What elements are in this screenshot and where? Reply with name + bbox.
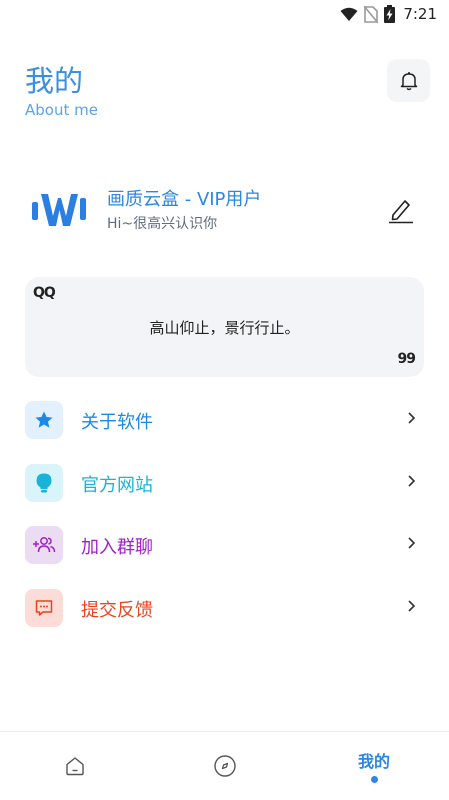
menu-label: 官方网站 (81, 475, 153, 496)
menu-icon-box (25, 589, 63, 627)
quote-text: 高山仰止，景行行止。 (149, 319, 300, 337)
feedback-icon (35, 600, 53, 616)
menu-icon-box (25, 401, 63, 439)
menu-label: 提交反馈 (81, 600, 153, 621)
menu-icon-box (25, 526, 63, 564)
profile-greeting: Hi~很高兴认识你 (107, 216, 218, 232)
chevron-right-icon (408, 412, 416, 424)
notification-button[interactable] (387, 59, 430, 102)
chevron-right-icon (408, 537, 416, 549)
page-subtitle: About me (25, 101, 98, 119)
menu-label: 加入群聊 (81, 537, 153, 558)
nav-mine[interactable]: 我的 (299, 732, 449, 800)
bell-icon (400, 71, 417, 90)
home-icon (66, 757, 84, 776)
menu-item-feedback[interactable]: 提交反馈 (25, 587, 424, 629)
menu-item-join-group[interactable]: 加入群聊 (25, 524, 424, 566)
add-group-icon (33, 537, 56, 553)
profile-name: 画质云盒 - VIP用户 (107, 189, 262, 210)
menu-item-about[interactable]: 关于软件 (25, 399, 424, 441)
page-title: 我的 (25, 64, 84, 98)
compass-icon (214, 755, 236, 777)
pencil-icon (389, 200, 413, 224)
nav-home[interactable] (0, 732, 150, 800)
active-indicator (370, 776, 378, 783)
menu-item-website[interactable]: 官方网站 (25, 462, 424, 504)
status-bar: 7:21 (0, 0, 449, 30)
battery-charging-icon (384, 5, 396, 23)
nav-discover[interactable] (150, 732, 300, 800)
status-icons: 7:21 (340, 5, 437, 23)
lightbulb-icon (36, 473, 52, 493)
app-logo (32, 194, 86, 226)
quote-open-mark: QQ (33, 285, 56, 301)
status-time: 7:21 (403, 5, 437, 23)
bottom-nav: 我的 (0, 731, 449, 800)
menu-icon-box (25, 464, 63, 502)
chevron-right-icon (408, 475, 416, 487)
quote-card: QQ 高山仰止，景行行止。 99 (25, 277, 424, 377)
star-icon (35, 411, 53, 428)
wifi-icon (340, 7, 358, 21)
menu-label: 关于软件 (81, 412, 153, 433)
quote-close-mark: 99 (397, 351, 417, 367)
edit-profile-button[interactable] (386, 195, 416, 225)
no-sim-icon (364, 5, 379, 23)
nav-mine-label: 我的 (357, 752, 390, 771)
chevron-right-icon (408, 600, 416, 612)
